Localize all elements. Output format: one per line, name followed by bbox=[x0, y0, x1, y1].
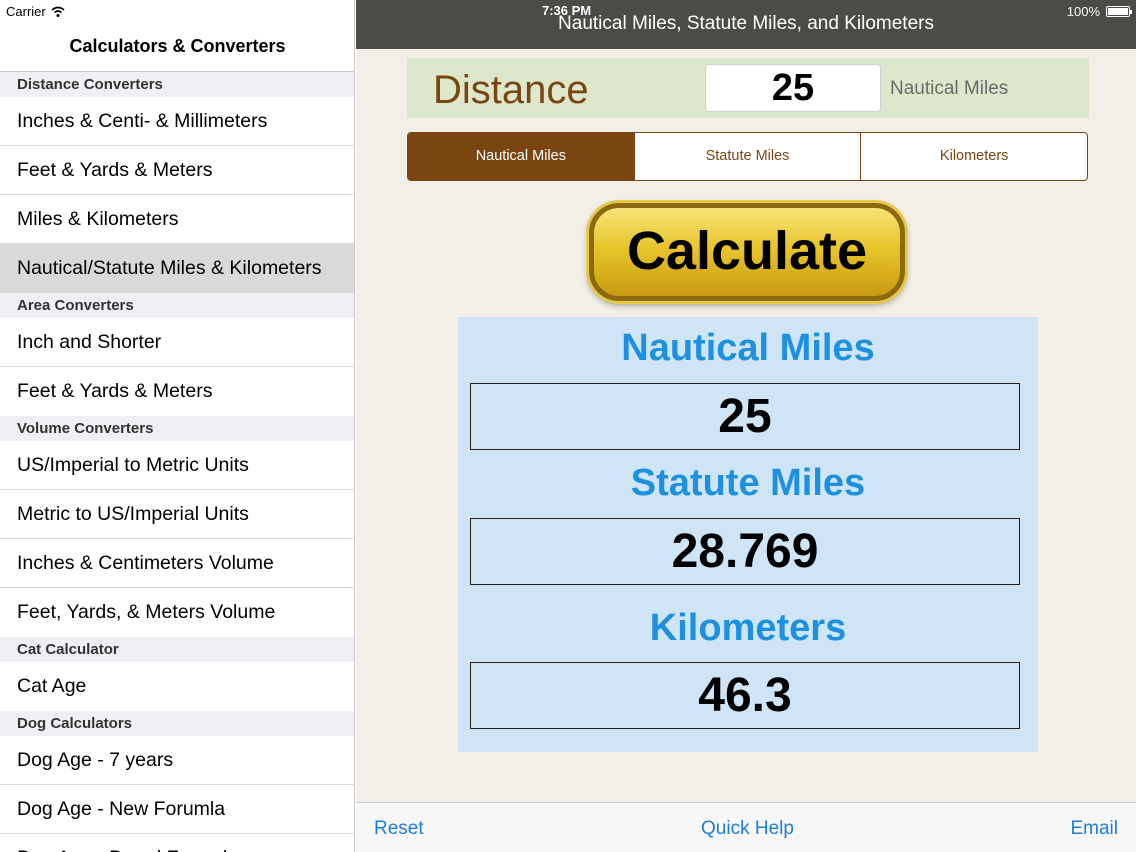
sidebar-item-dog-age-breed-formula[interactable]: Dog Age - Breed Formula bbox=[0, 834, 354, 852]
sidebar-item-inch-and-shorter[interactable]: Inch and Shorter bbox=[0, 318, 354, 367]
nav-title: Nautical Miles, Statute Miles, and Kilom… bbox=[558, 13, 934, 34]
result-value-statute-miles: 28.769 bbox=[470, 518, 1020, 585]
sidebar-item-us-to-metric[interactable]: US/Imperial to Metric Units bbox=[0, 441, 354, 490]
sidebar-item-feet-yards-meters[interactable]: Feet & Yards & Meters bbox=[0, 146, 354, 195]
main-panel: 7:36 PM 100% Nautical Miles, Statute Mil… bbox=[356, 0, 1136, 852]
segment-nautical-miles[interactable]: Nautical Miles bbox=[408, 133, 634, 180]
calculate-button[interactable]: Calculate bbox=[589, 203, 905, 301]
sidebar-item-area-feet-yards-meters[interactable]: Feet & Yards & Meters bbox=[0, 367, 354, 416]
sidebar-item-dog-age-7-years[interactable]: Dog Age - 7 years bbox=[0, 736, 354, 785]
sidebar-item-nautical-statute[interactable]: Nautical/Statute Miles & Kilometers bbox=[0, 244, 354, 293]
sidebar: Carrier Calculators & Converters Distanc… bbox=[0, 0, 355, 852]
status-left: Carrier bbox=[6, 4, 65, 19]
distance-unit-label: Nautical Miles bbox=[890, 78, 1009, 99]
result-label-nautical-miles: Nautical Miles bbox=[621, 327, 875, 369]
sidebar-title: Calculators & Converters bbox=[69, 36, 286, 56]
wifi-icon bbox=[51, 6, 65, 17]
navigation-bar: 7:36 PM 100% Nautical Miles, Statute Mil… bbox=[356, 0, 1136, 49]
sidebar-item-metric-to-us[interactable]: Metric to US/Imperial Units bbox=[0, 490, 354, 539]
results-panel: Nautical Miles 25 Statute Miles 28.769 K… bbox=[458, 317, 1038, 752]
sidebar-item-cat-age[interactable]: Cat Age bbox=[0, 662, 354, 711]
email-button[interactable]: Email bbox=[1070, 818, 1118, 840]
sidebar-item-feet-yards-meters-volume[interactable]: Feet, Yards, & Meters Volume bbox=[0, 588, 354, 637]
section-header-area: Area Converters bbox=[0, 293, 354, 318]
result-label-statute-miles: Statute Miles bbox=[630, 462, 866, 504]
sidebar-item-miles-kilometers[interactable]: Miles & Kilometers bbox=[0, 195, 354, 244]
distance-input-row: Distance Nautical Miles bbox=[407, 58, 1089, 118]
sidebar-item-inches-centi-milli[interactable]: Inches & Centi- & Millimeters bbox=[0, 97, 354, 146]
result-label-kilometers: Kilometers bbox=[649, 607, 847, 649]
carrier-label: Carrier bbox=[6, 4, 46, 19]
section-header-cat: Cat Calculator bbox=[0, 637, 354, 662]
segment-kilometers[interactable]: Kilometers bbox=[860, 133, 1087, 180]
distance-label: Distance bbox=[433, 68, 589, 112]
distance-input[interactable] bbox=[705, 64, 881, 112]
result-value-kilometers: 46.3 bbox=[470, 662, 1020, 729]
sidebar-list: Distance Converters Inches & Centi- & Mi… bbox=[0, 71, 354, 852]
quick-help-button[interactable]: Quick Help bbox=[701, 818, 794, 840]
sidebar-item-inches-cm-volume[interactable]: Inches & Centimeters Volume bbox=[0, 539, 354, 588]
section-header-distance: Distance Converters bbox=[0, 72, 354, 97]
section-header-dog: Dog Calculators bbox=[0, 711, 354, 736]
result-value-nautical-miles: 25 bbox=[470, 383, 1020, 450]
unit-segmented-control: Nautical Miles Statute Miles Kilometers bbox=[407, 132, 1088, 181]
reset-button[interactable]: Reset bbox=[374, 818, 424, 840]
segment-statute-miles[interactable]: Statute Miles bbox=[633, 133, 861, 180]
bottom-toolbar: Reset Quick Help Email bbox=[356, 802, 1136, 852]
sidebar-item-dog-age-new-formula[interactable]: Dog Age - New Forumla bbox=[0, 785, 354, 834]
section-header-volume: Volume Converters bbox=[0, 416, 354, 441]
